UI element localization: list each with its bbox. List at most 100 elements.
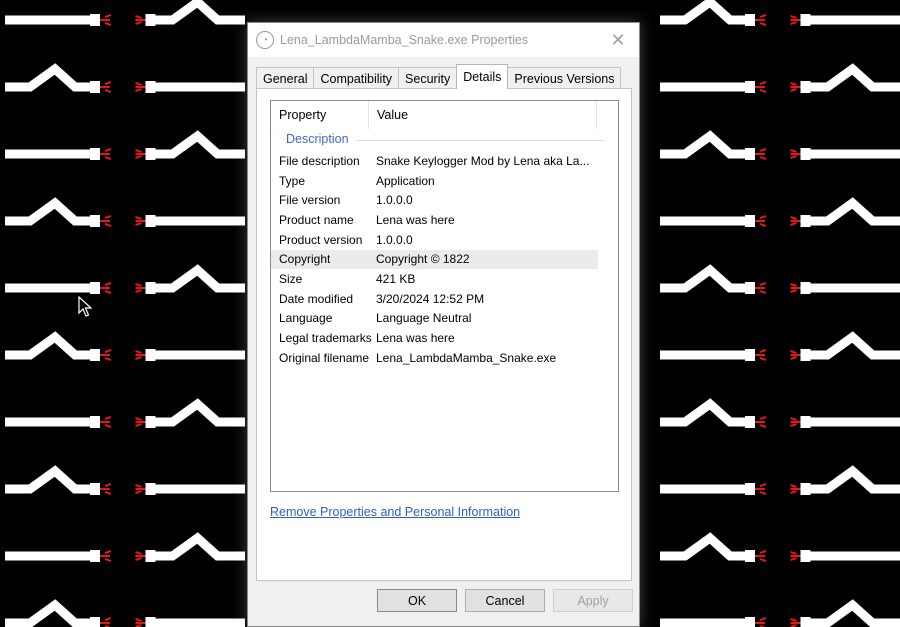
snake-body <box>155 0 245 25</box>
snake-body <box>660 0 745 25</box>
snake-head <box>745 215 755 227</box>
ok-button[interactable]: OK <box>377 589 457 612</box>
table-row[interactable]: File version 1.0.0.0 <box>271 190 598 210</box>
snake-tongue <box>100 148 112 160</box>
snake-tongue <box>755 483 767 495</box>
row-value: 421 KB <box>376 272 416 287</box>
table-row[interactable]: File description Snake Keylogger Mod by … <box>271 151 598 171</box>
snake-tongue <box>755 349 767 361</box>
snake-head <box>745 349 755 361</box>
snake-tongue <box>135 551 146 561</box>
snake-head <box>800 215 811 227</box>
snake-head <box>800 416 811 428</box>
app-icon: ◔ <box>256 31 274 49</box>
snake-body <box>5 197 90 226</box>
snake-tongue <box>790 15 801 25</box>
group-divider <box>357 140 604 141</box>
row-property: Product version <box>279 232 363 247</box>
row-property: Original filename <box>279 350 370 365</box>
table-row[interactable]: Product version 1.0.0.0 <box>271 230 598 250</box>
snake-body <box>810 63 900 92</box>
snake-tongue <box>100 14 112 26</box>
snake-head <box>145 550 156 562</box>
snake-head <box>745 617 755 627</box>
window-title: Lena_LambdaMamba_Snake.exe Properties <box>280 33 529 47</box>
snake-head <box>145 483 156 495</box>
snake-body <box>5 63 90 92</box>
snake-tongue <box>790 283 801 293</box>
snake-tongue <box>790 82 801 92</box>
tab-general[interactable]: General <box>256 67 315 89</box>
tab-details[interactable]: Details <box>456 64 509 89</box>
table-row-selected[interactable]: Copyright Copyright © 1822 <box>271 249 598 270</box>
snake-tongue <box>755 550 767 562</box>
row-value: Application <box>376 173 435 188</box>
list-header: Property Value <box>271 101 618 129</box>
row-property: Legal trademarks <box>279 331 372 346</box>
snake-head <box>145 215 156 227</box>
snake-tongue <box>135 618 146 627</box>
row-value: Language Neutral <box>376 311 472 326</box>
table-row[interactable]: Original filename Lena_LambdaMamba_Snake… <box>271 348 598 368</box>
row-value: 3/20/2024 12:52 PM <box>376 291 485 306</box>
table-row[interactable]: Product name Lena was here <box>271 210 598 230</box>
snake-head <box>145 282 156 294</box>
snake-body <box>810 197 900 226</box>
snake-tongue <box>790 350 801 360</box>
snake-head <box>800 617 811 627</box>
tab-security[interactable]: Security <box>398 67 458 89</box>
table-row[interactable]: Size 421 KB <box>271 269 598 289</box>
snake-tongue <box>790 417 801 427</box>
snake-head <box>90 215 100 227</box>
snake-head <box>145 14 156 26</box>
snake-body <box>810 465 900 494</box>
mouse-cursor-icon <box>78 296 92 317</box>
snake-head <box>90 81 100 93</box>
row-property: File version <box>279 193 341 208</box>
column-header-property[interactable]: Property <box>271 101 369 129</box>
table-row[interactable]: Legal trademarks Lena was here <box>271 328 598 348</box>
snake-head <box>800 483 811 495</box>
close-icon: ✕ <box>610 29 626 50</box>
snake-head <box>90 550 100 562</box>
snake-tongue <box>135 484 146 494</box>
remove-properties-link[interactable]: Remove Properties and Personal Informati… <box>270 505 520 519</box>
column-header-value[interactable]: Value <box>369 101 597 129</box>
row-property: Size <box>279 272 303 287</box>
tab-compatibility[interactable]: Compatibility <box>313 67 400 89</box>
snake-head <box>90 349 100 361</box>
snake-head <box>745 148 755 160</box>
snake-body <box>5 331 90 360</box>
snake-tongue <box>790 149 801 159</box>
snake-head <box>745 282 755 294</box>
group-label: Description <box>286 132 349 146</box>
row-property: Product name <box>279 212 354 227</box>
table-row[interactable]: Date modified 3/20/2024 12:52 PM <box>271 289 598 309</box>
snake-body <box>660 264 745 293</box>
table-row[interactable]: Language Language Neutral <box>271 309 598 329</box>
row-property: File description <box>279 153 360 168</box>
snake-tongue <box>755 215 767 227</box>
cancel-button[interactable]: Cancel <box>465 589 545 612</box>
close-button[interactable]: ✕ <box>607 29 629 51</box>
snake-body <box>660 398 745 427</box>
apply-button[interactable]: Apply <box>553 589 633 612</box>
tab-previous-versions[interactable]: Previous Versions <box>507 67 622 89</box>
details-list[interactable]: Property Value Description File descript… <box>270 100 619 492</box>
row-property: Copyright <box>279 252 331 267</box>
snake-body <box>155 398 245 427</box>
details-panel: Property Value Description File descript… <box>256 88 632 581</box>
title-bar[interactable]: ◔ Lena_LambdaMamba_Snake.exe Properties … <box>248 23 639 57</box>
snake-body <box>810 331 900 360</box>
snake-head <box>90 416 100 428</box>
snake-tongue <box>135 149 146 159</box>
snake-head <box>90 483 100 495</box>
column-header-property-label: Property <box>279 108 327 122</box>
row-value: Lena was here <box>376 331 455 346</box>
snake-body <box>155 264 245 293</box>
column-header-value-label: Value <box>377 108 409 122</box>
snake-head <box>145 349 156 361</box>
table-row[interactable]: Type Application <box>271 171 598 191</box>
snake-head <box>800 282 811 294</box>
snake-head <box>745 550 755 562</box>
